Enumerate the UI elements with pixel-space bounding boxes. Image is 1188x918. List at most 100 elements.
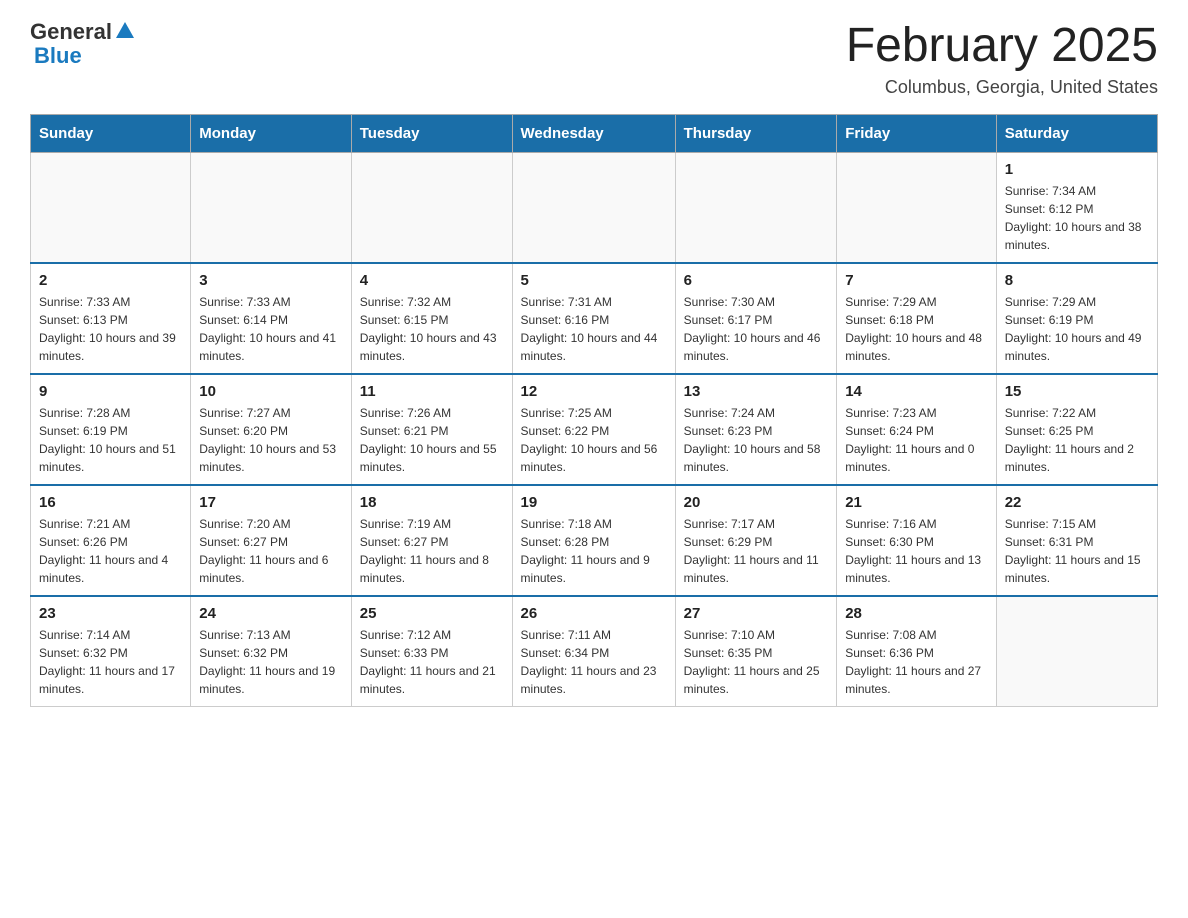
- day-info: Sunrise: 7:21 AM Sunset: 6:26 PM Dayligh…: [39, 515, 182, 587]
- table-row: 19 Sunrise: 7:18 AM Sunset: 6:28 PM Dayli…: [512, 485, 675, 596]
- day-number: 7: [845, 272, 988, 289]
- table-row: 16 Sunrise: 7:21 AM Sunset: 6:26 PM Dayli…: [31, 485, 191, 596]
- day-info: Sunrise: 7:10 AM Sunset: 6:35 PM Dayligh…: [684, 626, 829, 698]
- day-number: 23: [39, 605, 182, 622]
- day-number: 5: [521, 272, 667, 289]
- table-row: 15 Sunrise: 7:22 AM Sunset: 6:25 PM Dayli…: [996, 374, 1157, 485]
- day-number: 17: [199, 494, 343, 511]
- logo-triangle-icon: [114, 20, 136, 42]
- day-info: Sunrise: 7:32 AM Sunset: 6:15 PM Dayligh…: [360, 293, 504, 365]
- weekday-header-row: Sunday Monday Tuesday Wednesday Thursday…: [31, 114, 1158, 152]
- table-row: 18 Sunrise: 7:19 AM Sunset: 6:27 PM Dayli…: [351, 485, 512, 596]
- day-info: Sunrise: 7:29 AM Sunset: 6:18 PM Dayligh…: [845, 293, 988, 365]
- day-info: Sunrise: 7:20 AM Sunset: 6:27 PM Dayligh…: [199, 515, 343, 587]
- day-info: Sunrise: 7:15 AM Sunset: 6:31 PM Dayligh…: [1005, 515, 1149, 587]
- table-row: [837, 152, 997, 263]
- table-row: 3 Sunrise: 7:33 AM Sunset: 6:14 PM Daylig…: [191, 263, 352, 374]
- table-row: 22 Sunrise: 7:15 AM Sunset: 6:31 PM Dayli…: [996, 485, 1157, 596]
- header-friday: Friday: [837, 114, 997, 152]
- table-row: 1Sunrise: 7:34 AM Sunset: 6:12 PM Daylig…: [996, 152, 1157, 263]
- calendar-week-row: 9 Sunrise: 7:28 AM Sunset: 6:19 PM Daylig…: [31, 374, 1158, 485]
- logo: General Blue: [30, 20, 136, 68]
- table-row: 14 Sunrise: 7:23 AM Sunset: 6:24 PM Dayli…: [837, 374, 997, 485]
- table-row: 25Sunrise: 7:12 AM Sunset: 6:33 PM Dayli…: [351, 596, 512, 707]
- day-number: 9: [39, 383, 182, 400]
- table-row: 21 Sunrise: 7:16 AM Sunset: 6:30 PM Dayli…: [837, 485, 997, 596]
- table-row: 17 Sunrise: 7:20 AM Sunset: 6:27 PM Dayli…: [191, 485, 352, 596]
- day-number: 15: [1005, 383, 1149, 400]
- logo-general-text: General: [30, 20, 112, 44]
- table-row: [996, 596, 1157, 707]
- header-sunday: Sunday: [31, 114, 191, 152]
- table-row: [351, 152, 512, 263]
- day-info: Sunrise: 7:16 AM Sunset: 6:30 PM Dayligh…: [845, 515, 988, 587]
- day-number: 3: [199, 272, 343, 289]
- day-number: 21: [845, 494, 988, 511]
- calendar-week-row: 2Sunrise: 7:33 AM Sunset: 6:13 PM Daylig…: [31, 263, 1158, 374]
- day-number: 10: [199, 383, 343, 400]
- day-number: 27: [684, 605, 829, 622]
- calendar-week-row: 1Sunrise: 7:34 AM Sunset: 6:12 PM Daylig…: [31, 152, 1158, 263]
- day-info: Sunrise: 7:33 AM Sunset: 6:14 PM Dayligh…: [199, 293, 343, 365]
- table-row: 6 Sunrise: 7:30 AM Sunset: 6:17 PM Daylig…: [675, 263, 837, 374]
- day-number: 1: [1005, 161, 1149, 178]
- header-saturday: Saturday: [996, 114, 1157, 152]
- table-row: 28Sunrise: 7:08 AM Sunset: 6:36 PM Dayli…: [837, 596, 997, 707]
- table-row: 13Sunrise: 7:24 AM Sunset: 6:23 PM Dayli…: [675, 374, 837, 485]
- day-info: Sunrise: 7:22 AM Sunset: 6:25 PM Dayligh…: [1005, 404, 1149, 476]
- day-info: Sunrise: 7:18 AM Sunset: 6:28 PM Dayligh…: [521, 515, 667, 587]
- day-info: Sunrise: 7:30 AM Sunset: 6:17 PM Dayligh…: [684, 293, 829, 365]
- day-info: Sunrise: 7:27 AM Sunset: 6:20 PM Dayligh…: [199, 404, 343, 476]
- logo-blue-text: Blue: [34, 44, 136, 68]
- table-row: 5 Sunrise: 7:31 AM Sunset: 6:16 PM Daylig…: [512, 263, 675, 374]
- day-info: Sunrise: 7:23 AM Sunset: 6:24 PM Dayligh…: [845, 404, 988, 476]
- day-number: 8: [1005, 272, 1149, 289]
- table-row: 26Sunrise: 7:11 AM Sunset: 6:34 PM Dayli…: [512, 596, 675, 707]
- table-row: 4 Sunrise: 7:32 AM Sunset: 6:15 PM Daylig…: [351, 263, 512, 374]
- table-row: [31, 152, 191, 263]
- header-wednesday: Wednesday: [512, 114, 675, 152]
- day-number: 6: [684, 272, 829, 289]
- table-row: [512, 152, 675, 263]
- day-number: 24: [199, 605, 343, 622]
- day-info: Sunrise: 7:17 AM Sunset: 6:29 PM Dayligh…: [684, 515, 829, 587]
- day-info: Sunrise: 7:13 AM Sunset: 6:32 PM Dayligh…: [199, 626, 343, 698]
- day-info: Sunrise: 7:33 AM Sunset: 6:13 PM Dayligh…: [39, 293, 182, 365]
- page-header: General Blue February 2025 Columbus, Geo…: [30, 20, 1158, 98]
- day-number: 18: [360, 494, 504, 511]
- day-info: Sunrise: 7:24 AM Sunset: 6:23 PM Dayligh…: [684, 404, 829, 476]
- day-number: 4: [360, 272, 504, 289]
- table-row: 23 Sunrise: 7:14 AM Sunset: 6:32 PM Dayli…: [31, 596, 191, 707]
- day-info: Sunrise: 7:14 AM Sunset: 6:32 PM Dayligh…: [39, 626, 182, 698]
- day-info: Sunrise: 7:08 AM Sunset: 6:36 PM Dayligh…: [845, 626, 988, 698]
- header-thursday: Thursday: [675, 114, 837, 152]
- day-number: 22: [1005, 494, 1149, 511]
- table-row: 20 Sunrise: 7:17 AM Sunset: 6:29 PM Dayli…: [675, 485, 837, 596]
- day-info: Sunrise: 7:29 AM Sunset: 6:19 PM Dayligh…: [1005, 293, 1149, 365]
- table-row: 2Sunrise: 7:33 AM Sunset: 6:13 PM Daylig…: [31, 263, 191, 374]
- table-row: 10 Sunrise: 7:27 AM Sunset: 6:20 PM Dayli…: [191, 374, 352, 485]
- header-tuesday: Tuesday: [351, 114, 512, 152]
- table-row: 11Sunrise: 7:26 AM Sunset: 6:21 PM Dayli…: [351, 374, 512, 485]
- table-row: [191, 152, 352, 263]
- header-monday: Monday: [191, 114, 352, 152]
- day-info: Sunrise: 7:25 AM Sunset: 6:22 PM Dayligh…: [521, 404, 667, 476]
- day-number: 20: [684, 494, 829, 511]
- day-info: Sunrise: 7:11 AM Sunset: 6:34 PM Dayligh…: [521, 626, 667, 698]
- calendar-table: Sunday Monday Tuesday Wednesday Thursday…: [30, 114, 1158, 707]
- day-number: 14: [845, 383, 988, 400]
- calendar-week-row: 23 Sunrise: 7:14 AM Sunset: 6:32 PM Dayli…: [31, 596, 1158, 707]
- table-row: 7 Sunrise: 7:29 AM Sunset: 6:18 PM Daylig…: [837, 263, 997, 374]
- calendar-week-row: 16 Sunrise: 7:21 AM Sunset: 6:26 PM Dayli…: [31, 485, 1158, 596]
- day-number: 11: [360, 383, 504, 400]
- day-info: Sunrise: 7:19 AM Sunset: 6:27 PM Dayligh…: [360, 515, 504, 587]
- month-title: February 2025: [846, 20, 1158, 73]
- title-section: February 2025 Columbus, Georgia, United …: [846, 20, 1158, 98]
- table-row: 12 Sunrise: 7:25 AM Sunset: 6:22 PM Dayli…: [512, 374, 675, 485]
- day-number: 19: [521, 494, 667, 511]
- day-number: 12: [521, 383, 667, 400]
- table-row: [675, 152, 837, 263]
- day-info: Sunrise: 7:28 AM Sunset: 6:19 PM Dayligh…: [39, 404, 182, 476]
- day-number: 16: [39, 494, 182, 511]
- day-info: Sunrise: 7:31 AM Sunset: 6:16 PM Dayligh…: [521, 293, 667, 365]
